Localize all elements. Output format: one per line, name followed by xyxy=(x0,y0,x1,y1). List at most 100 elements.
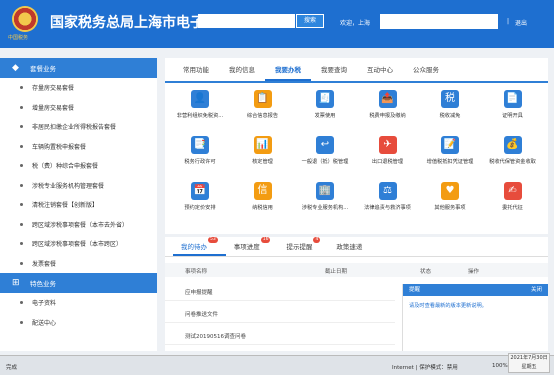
service-item[interactable]: 📄 证明开具 xyxy=(482,86,544,130)
user-name-field xyxy=(380,14,498,29)
section-label: 套餐业务 xyxy=(30,65,56,73)
service-item[interactable]: 📑 税务行政许可 xyxy=(169,132,231,176)
person-id-icon: 👤 xyxy=(191,90,209,108)
diamond-icon: ◆ xyxy=(12,63,19,73)
tax-emblem-icon xyxy=(12,6,38,32)
row-label: 测试20190516调查问卷 xyxy=(185,334,246,340)
tab-progress[interactable]: 事项进度16 xyxy=(226,237,279,256)
row-label: 应申报提醒 xyxy=(185,290,213,296)
sidebar-item[interactable]: 跨区域涉税事项套餐（本市跨区） xyxy=(0,234,157,254)
tab-my-info[interactable]: 我的信息 xyxy=(219,58,265,81)
service-label: 涉税专业服务机构... xyxy=(301,205,349,211)
table-row[interactable]: 问卷推送文件 xyxy=(165,303,395,323)
tab-interaction[interactable]: 互动中心 xyxy=(357,58,403,81)
zoom-level[interactable]: 100% xyxy=(492,363,508,369)
service-item[interactable]: 📤 税费申报及缴纳 xyxy=(357,86,419,130)
service-item[interactable]: 🏢 涉税专业服务机构... xyxy=(294,178,356,222)
sidebar-item[interactable]: 涉税专业服务机构管理套餐 xyxy=(0,176,157,196)
grid-icon: ⊞ xyxy=(12,278,20,288)
service-label: 税务行政许可 xyxy=(184,159,216,165)
service-item[interactable]: ✍ 委托代征 xyxy=(482,178,544,222)
tab-label: 事项进度 xyxy=(233,243,260,251)
sidebar-item[interactable]: 跨区域涉税事项套餐（本市去外省） xyxy=(0,215,157,235)
service-item[interactable]: 税税收减免 xyxy=(419,86,481,130)
row-label: 问卷推送文件 xyxy=(185,312,219,318)
tax-reduce-icon: 税 xyxy=(441,90,459,108)
tab-reminder[interactable]: 提示提醒4 xyxy=(278,237,328,256)
service-item[interactable]: 📋 综合信息报告 xyxy=(232,86,294,130)
column-header: 操作 xyxy=(468,269,480,275)
main-tabs: 常用功能 我的信息 我要办税 我要查询 互动中心 公众服务 xyxy=(165,58,548,83)
sidebar-item[interactable]: 车辆购置税申报套餐 xyxy=(0,137,157,157)
count-badge: 16 xyxy=(260,237,271,243)
todo-panel: 我的待办53 事项进度16 提示提醒4 政策速递 事项名称 截止日期 状态 操作… xyxy=(165,237,548,351)
admin-permit-icon: 📑 xyxy=(191,136,209,154)
calendar-icon: 📅 xyxy=(191,182,209,200)
count-badge: 4 xyxy=(313,237,321,243)
service-label: 预约定价安排 xyxy=(184,205,216,211)
sidebar-section-special[interactable]: ⊞ 特色业务 xyxy=(0,273,157,293)
notice-title: 提醒 xyxy=(409,287,421,293)
service-label: 出口退税管理 xyxy=(371,159,404,165)
service-label: 综合信息报告 xyxy=(246,113,279,119)
service-label: 委托代征 xyxy=(502,205,523,211)
sidebar-section-package[interactable]: ◆ 套餐业务 xyxy=(0,58,157,78)
service-item[interactable]: 📅 预约定价安排 xyxy=(169,178,231,222)
clock-weekday: 星期五 xyxy=(521,364,537,370)
table-row[interactable]: 测试20190516调查问卷 xyxy=(165,325,395,345)
search-input[interactable] xyxy=(198,14,295,28)
service-item[interactable]: 信纳税信用 xyxy=(232,178,294,222)
certificate-icon: 📄 xyxy=(503,90,522,108)
sidebar-item[interactable]: 清税注销套餐【创新版】 xyxy=(0,195,157,215)
service-label: 税费申报及缴纳 xyxy=(369,113,406,119)
service-item[interactable]: 🧾 发票使用 xyxy=(294,86,356,130)
column-header: 事项名称 xyxy=(185,269,208,275)
notice-close-button[interactable]: 关闭 xyxy=(531,284,542,296)
invoice-icon: 🧾 xyxy=(316,90,334,108)
service-item[interactable]: ↩ 一般退（抵）税管理 xyxy=(294,132,356,176)
service-item[interactable]: ✈ 出口退税管理 xyxy=(357,132,419,176)
site-header: 中国税务 国家税务总局上海市电子 搜索 欢迎，上海 | 退出 xyxy=(0,0,554,48)
sidebar-item[interactable]: 电子资料 xyxy=(0,293,157,313)
tab-tax-handling[interactable]: 我要办税 xyxy=(265,58,311,81)
tab-my-todo[interactable]: 我的待办53 xyxy=(173,237,226,256)
sidebar-item[interactable]: 税（费）种综合申报套餐 xyxy=(0,156,157,176)
tab-query[interactable]: 我要查询 xyxy=(311,58,357,81)
service-label: 非营利组织免税资... xyxy=(176,113,224,119)
sidebar-item[interactable]: 非居民扣缴企业所得税报告套餐 xyxy=(0,117,157,137)
entrust-icon: ✍ xyxy=(503,182,522,200)
service-item[interactable]: 👤 非营利组织免税资... xyxy=(169,86,231,130)
column-header: 状态 xyxy=(420,269,432,275)
service-label: 一般退（抵）税管理 xyxy=(301,159,349,165)
gavel-icon: ⚖ xyxy=(378,182,397,200)
site-title: 国家税务总局上海市电子 xyxy=(50,15,204,31)
sidebar-item[interactable]: 增量房交易套餐 xyxy=(0,98,157,118)
service-item[interactable]: ⚖ 法律追责与救济事项 xyxy=(357,178,419,222)
tab-common[interactable]: 常用功能 xyxy=(173,58,219,81)
table-header: 事项名称 截止日期 状态 操作 xyxy=(165,263,548,277)
service-item[interactable]: 📊 核定管理 xyxy=(232,132,294,176)
sidebar-item[interactable]: 发票套餐 xyxy=(0,254,157,274)
section-label: 特色业务 xyxy=(30,280,56,288)
service-label: 税收代保管资金收取 xyxy=(489,159,536,165)
notice-body[interactable]: 请及时查看最新的版本更新说明。 xyxy=(403,296,548,315)
sidebar-item[interactable]: 配送中心 xyxy=(0,313,157,333)
notice-popup: 提醒 关闭 请及时查看最新的版本更新说明。 xyxy=(402,284,548,351)
service-item[interactable]: 📝 增值税抵扣凭证管理 xyxy=(419,132,481,176)
logout-link[interactable]: 退出 xyxy=(515,18,527,27)
refund-icon: ↩ xyxy=(316,136,334,154)
declare-icon: 📤 xyxy=(378,90,397,108)
column-header: 截止日期 xyxy=(325,269,348,275)
tab-policy[interactable]: 政策速递 xyxy=(328,237,370,256)
sidebar-item[interactable]: 存量房交易套餐 xyxy=(0,78,157,98)
service-item[interactable]: 💰 税收代保管资金收取 xyxy=(482,132,544,176)
tab-public[interactable]: 公众服务 xyxy=(403,58,449,81)
search-button[interactable]: 搜索 xyxy=(296,14,324,28)
logo-text: 中国税务 xyxy=(8,35,29,41)
assess-icon: 📊 xyxy=(253,136,272,154)
count-badge: 53 xyxy=(208,237,218,243)
main-panel: 常用功能 我的信息 我要办税 我要查询 互动中心 公众服务 👤 非营利组织免税资.… xyxy=(165,58,548,234)
status-bar: 完成 Internet | 保护模式：禁用 100% xyxy=(0,355,554,375)
service-item[interactable]: ♥ 其他服务事项 xyxy=(419,178,481,222)
table-row[interactable]: 应申报提醒 xyxy=(165,281,395,301)
